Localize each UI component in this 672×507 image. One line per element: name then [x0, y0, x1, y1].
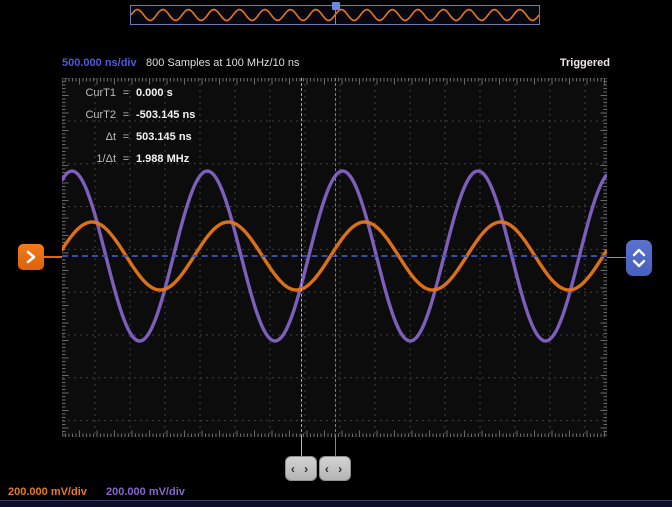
channel-offset-marker[interactable] — [626, 240, 652, 276]
readout-value: -503.145 ns — [136, 104, 195, 126]
handle-glyph: ‹ › — [291, 462, 311, 476]
channel-offset-connector — [607, 257, 626, 258]
trigger-status-label: Triggered — [560, 57, 610, 69]
acquisition-label: 800 Samples at 100 MHz/10 ns — [146, 57, 299, 69]
right-chevron-icon — [25, 250, 37, 264]
cursor-t2-line[interactable] — [301, 78, 302, 437]
readout-value: 1.988 MHz — [136, 148, 195, 170]
channel1-scale-label: 200.000 mV/div — [8, 486, 87, 498]
bottom-panel-edge — [0, 500, 672, 507]
readout-eq: = — [121, 126, 131, 148]
readout-label: CurT1 — [68, 82, 116, 104]
trigger-level-connector — [44, 256, 62, 258]
readout-eq: = — [121, 148, 131, 170]
chevron-down-icon — [632, 259, 646, 268]
chevron-up-icon — [632, 248, 646, 257]
readout-label: 1/Δt — [68, 148, 116, 170]
readout-value: 0.000 s — [136, 82, 195, 104]
oscilloscope-app: 500.000 ns/div 800 Samples at 100 MHz/10… — [0, 0, 672, 507]
readout-label: CurT2 — [68, 104, 116, 126]
readout-eq: = — [121, 104, 131, 126]
cursor-t1-handle[interactable]: ‹ › — [319, 456, 351, 481]
trigger-level-marker[interactable] — [18, 244, 44, 270]
cursor-t1-stub — [335, 437, 336, 457]
handle-glyph: ‹ › — [325, 462, 345, 476]
trigger-position-pin-icon[interactable] — [332, 2, 340, 10]
cursor-t1-line[interactable] — [335, 78, 336, 437]
cursor-t2-stub — [301, 437, 302, 457]
cursor-t2-handle[interactable]: ‹ › — [285, 456, 317, 481]
channel2-scale-label: 200.000 mV/div — [106, 486, 185, 498]
scope-plot[interactable]: CurT1 = 0.000 s CurT2 = -503.145 ns Δt =… — [62, 78, 607, 437]
cursor-readout: CurT1 = 0.000 s CurT2 = -503.145 ns Δt =… — [68, 82, 195, 170]
readout-label: Δt — [68, 126, 116, 148]
readout-eq: = — [121, 82, 131, 104]
readout-value: 503.145 ns — [136, 126, 195, 148]
trigger-position-line — [335, 10, 336, 25]
timebase-label: 500.000 ns/div — [62, 57, 137, 69]
